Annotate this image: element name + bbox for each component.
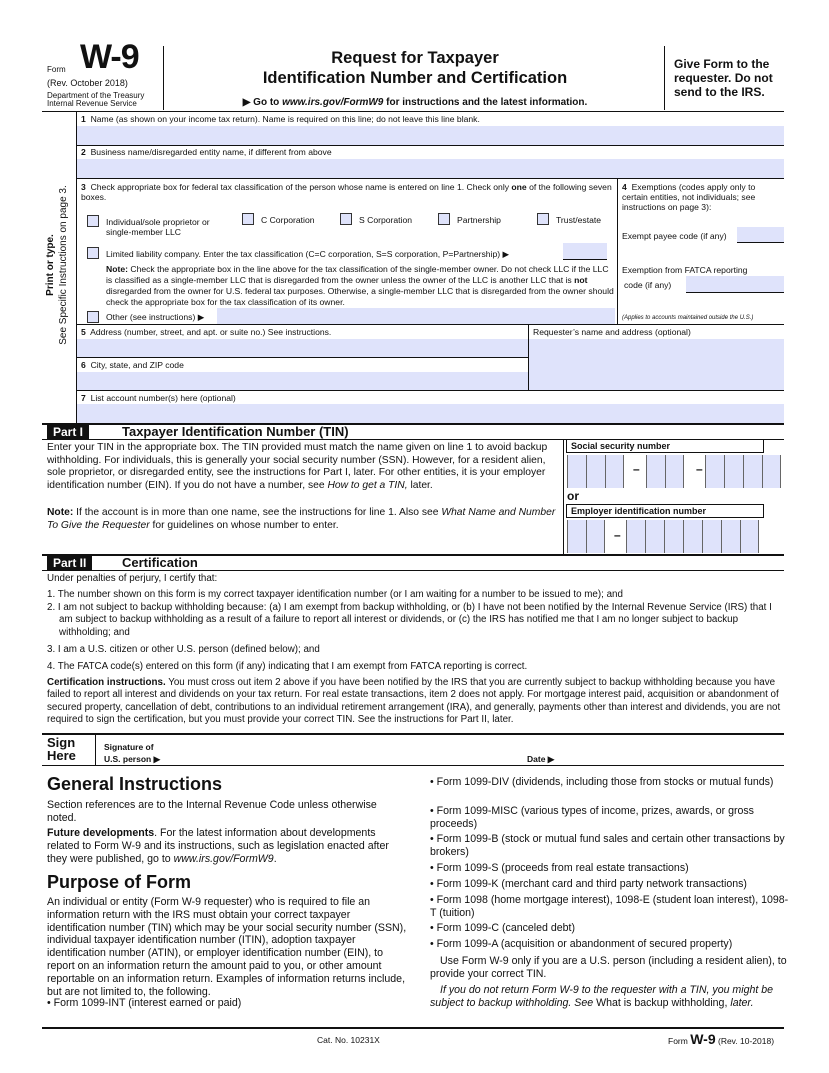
line-6-label: 6 City, state, and ZIP code bbox=[81, 360, 184, 370]
goto-instructions: ▶ Go to www.irs.gov/FormW9 for instructi… bbox=[200, 97, 630, 108]
ssn-dash-1: – bbox=[633, 462, 640, 476]
line-7-label: 7 List account number(s) here (optional) bbox=[81, 393, 236, 403]
goto-suffix: for instructions and the latest informat… bbox=[383, 97, 588, 108]
part-2-badge: Part II bbox=[47, 555, 93, 571]
individual-label: Individual/sole proprietor or single-mem… bbox=[106, 217, 210, 237]
trust-estate-checkbox[interactable] bbox=[537, 213, 549, 225]
exemptions-label: 4 Exemptions (codes apply only to certai… bbox=[622, 182, 756, 212]
requester-name-address-input[interactable] bbox=[529, 339, 784, 390]
fatca-note: (Applies to accounts maintained outside … bbox=[622, 315, 754, 321]
bullet-1099-c: • Form 1099-C (canceled debt) bbox=[430, 922, 576, 934]
sign-here-label: Sign Here bbox=[47, 735, 76, 763]
other-checkbox[interactable] bbox=[87, 311, 99, 323]
sidebar-line-1: Print or type. bbox=[45, 234, 56, 296]
part-1-title: Taxpayer Identification Number (TIN) bbox=[122, 424, 349, 439]
form-number: W-9 bbox=[80, 38, 140, 76]
s-corporation-checkbox[interactable] bbox=[340, 213, 352, 225]
name-input[interactable] bbox=[77, 126, 784, 145]
section-references: Section references are to the Internal R… bbox=[47, 799, 377, 824]
print-or-type-sidebar: Print or type. See Specific Instructions… bbox=[44, 170, 70, 360]
c-corporation-label: C Corporation bbox=[261, 215, 315, 225]
exempt-payee-label: Exempt payee code (if any) bbox=[622, 231, 727, 241]
purpose-heading: Purpose of Form bbox=[47, 872, 192, 892]
line-3-label: 3 Check appropriate box for federal tax … bbox=[81, 182, 612, 202]
address-input[interactable] bbox=[77, 339, 528, 357]
city-state-zip-input[interactable] bbox=[77, 372, 528, 390]
footer-form-id: Form W-9 (Rev. 10-2018) bbox=[668, 1031, 775, 1047]
bullet-1099-b: • Form 1099-B (stock or mutual fund sale… bbox=[430, 833, 785, 858]
trust-estate-label: Trust/estate bbox=[556, 215, 602, 225]
individual-checkbox[interactable] bbox=[87, 215, 99, 227]
requester-label: Requester’s name and address (optional) bbox=[533, 327, 691, 337]
ein-dash: – bbox=[614, 528, 621, 542]
part-1-instructions: Enter your TIN in the appropriate box. T… bbox=[47, 442, 548, 491]
bullet-1099-misc: • Form 1099-MISC (various types of incom… bbox=[430, 805, 754, 830]
fatca-label-1: Exemption from FATCA reporting bbox=[622, 265, 748, 275]
title-line-1: Request for Taxpayer bbox=[331, 49, 499, 67]
exempt-payee-code-input[interactable] bbox=[737, 227, 784, 243]
future-developments: Future developments. For the latest info… bbox=[47, 827, 389, 865]
llc-tax-classification-input[interactable] bbox=[563, 243, 607, 260]
date-label: Date ▶ bbox=[527, 754, 555, 764]
arrow-icon: ▶ Go to bbox=[242, 97, 283, 108]
line-2-label: 2 Business name/disregarded entity name,… bbox=[81, 147, 332, 157]
bullet-1098: • Form 1098 (home mortgage interest), 10… bbox=[430, 894, 789, 919]
backup-withholding-note: If you do not return Form W-9 to the req… bbox=[430, 984, 774, 1009]
fatca-label-2: code (if any) bbox=[624, 280, 672, 290]
form-label: Form bbox=[47, 65, 66, 74]
revision-date: (Rev. October 2018) bbox=[47, 78, 128, 88]
certification-instructions: Certification instructions. You must cro… bbox=[47, 677, 781, 725]
bullet-1099-a: • Form 1099-A (acquisition or abandonmen… bbox=[430, 938, 733, 950]
irs-link[interactable]: www.irs.gov/FormW9 bbox=[282, 97, 383, 108]
llc-note: Note: Check the appropriate box in the l… bbox=[106, 264, 614, 307]
other-label: Other (see instructions) ▶ bbox=[106, 312, 205, 322]
general-instructions-heading: General Instructions bbox=[47, 774, 223, 794]
ein-label: Employer identification number bbox=[566, 504, 764, 518]
signature-label-1: Signature of bbox=[104, 742, 154, 752]
catalog-number: Cat. No. 10231X bbox=[317, 1035, 380, 1045]
llc-label: Limited liability company. Enter the tax… bbox=[106, 249, 510, 259]
s-corporation-label: S Corporation bbox=[359, 215, 413, 225]
signature-field[interactable] bbox=[172, 738, 522, 764]
agency: Internal Revenue Service bbox=[47, 99, 137, 108]
ssn-dash-2: – bbox=[696, 462, 703, 476]
certification-item-2: 2. I am not subject to backup withholdin… bbox=[47, 602, 772, 638]
bullet-1099-div: • Form 1099-DIV (dividends, including th… bbox=[430, 776, 774, 788]
signature-label-2: U.S. person ▶ bbox=[104, 754, 161, 764]
part-2-title: Certification bbox=[122, 555, 198, 570]
llc-checkbox[interactable] bbox=[87, 247, 99, 259]
certification-intro: Under penalties of perjury, I certify th… bbox=[47, 573, 218, 584]
date-field[interactable] bbox=[565, 738, 780, 764]
certification-item-3: 3. I am a U.S. citizen or other U.S. per… bbox=[47, 644, 320, 655]
bullet-1099-s: • Form 1099-S (proceeds from real estate… bbox=[430, 862, 689, 874]
c-corporation-checkbox[interactable] bbox=[242, 213, 254, 225]
business-name-input[interactable] bbox=[77, 159, 784, 178]
other-classification-input[interactable] bbox=[217, 308, 615, 324]
certification-item-4: 4. The FATCA code(s) entered on this for… bbox=[47, 661, 528, 672]
sidebar-line-2: See Specific Instructions on page 3. bbox=[58, 185, 69, 345]
fatca-code-input[interactable] bbox=[686, 276, 784, 293]
or-label: or bbox=[567, 489, 579, 503]
bullet-1099-k: • Form 1099-K (merchant card and third p… bbox=[430, 878, 747, 890]
part-1-badge: Part I bbox=[47, 424, 90, 440]
bullet-1099-int: • Form 1099-INT (interest earned or paid… bbox=[47, 997, 242, 1009]
purpose-text: An individual or entity (Form W-9 reques… bbox=[47, 896, 407, 998]
certification-item-1: 1. The number shown on this form is my c… bbox=[47, 589, 623, 600]
use-w9-note: Use Form W-9 only if you are a U.S. pers… bbox=[430, 955, 787, 980]
ssn-label: Social security number bbox=[566, 439, 764, 453]
irs-formw9-link[interactable]: www.irs.gov/FormW9 bbox=[174, 853, 274, 865]
partnership-label: Partnership bbox=[457, 215, 501, 225]
account-numbers-input[interactable] bbox=[77, 404, 784, 423]
part-1-note: Note: If the account is in more than one… bbox=[47, 507, 556, 531]
partnership-checkbox[interactable] bbox=[438, 213, 450, 225]
line-1-label: 1 Name (as shown on your income tax retu… bbox=[81, 114, 480, 124]
line-5-label: 5 Address (number, street, and apt. or s… bbox=[81, 327, 332, 337]
give-form-note: Give Form to the requester. Do not send … bbox=[674, 57, 773, 99]
title-line-2: Identification Number and Certification bbox=[262, 69, 568, 87]
